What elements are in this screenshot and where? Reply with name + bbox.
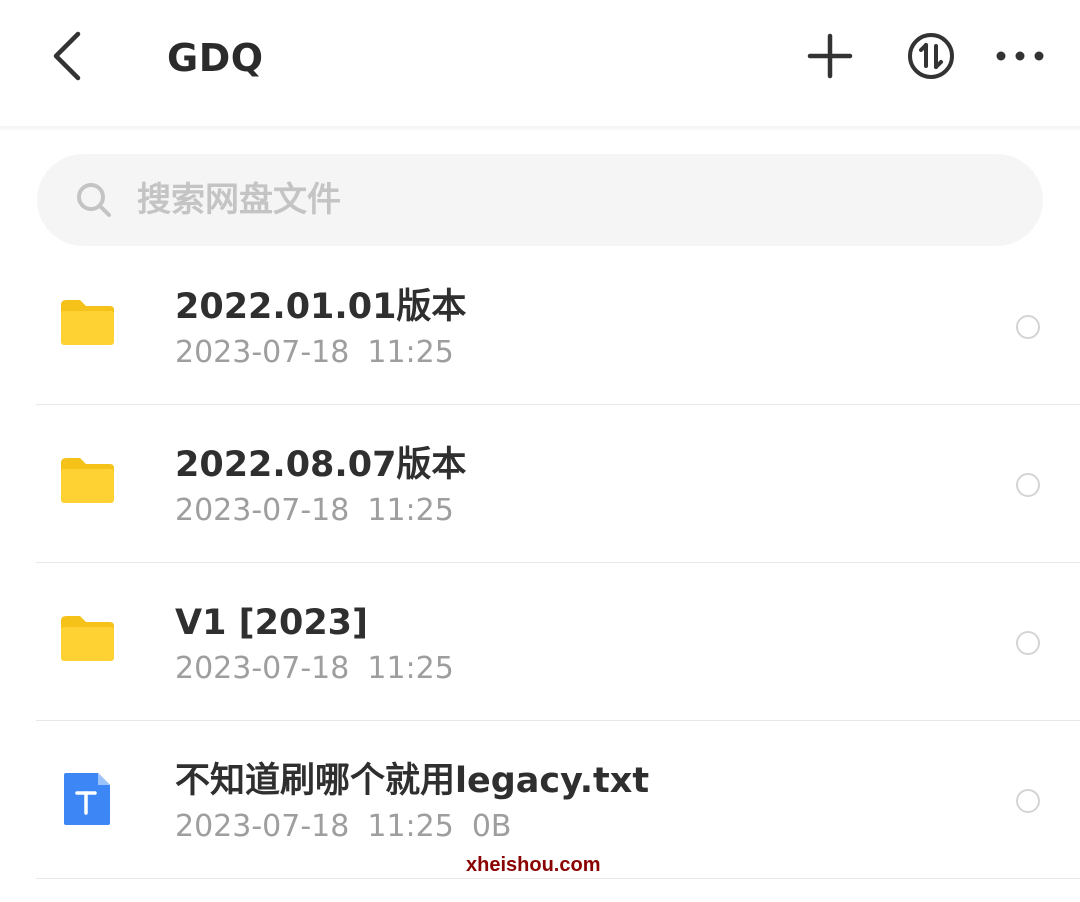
row-divider xyxy=(36,878,1080,879)
folder-icon xyxy=(61,616,114,661)
add-button[interactable] xyxy=(802,28,858,84)
file-name: 2022.01.01版本 xyxy=(175,287,467,327)
file-time: 11:25 xyxy=(367,651,454,686)
file-time: 11:25 xyxy=(367,809,454,844)
file-meta: 2023-07-18 11:25 0B xyxy=(175,807,530,847)
file-meta: 2023-07-18 11:25 xyxy=(175,491,472,531)
more-button[interactable] xyxy=(992,28,1048,84)
file-name: V1 [2023] xyxy=(175,603,369,643)
text-file-icon xyxy=(64,773,110,825)
file-time: 11:25 xyxy=(367,493,454,528)
file-time: 11:25 xyxy=(367,335,454,370)
select-radio[interactable] xyxy=(1016,473,1040,497)
page-title: GDQ xyxy=(167,36,264,80)
file-name: 不知道刷哪个就用legacy.txt xyxy=(175,761,650,801)
search-icon xyxy=(77,183,111,217)
file-meta: 2023-07-18 11:25 xyxy=(175,333,472,373)
file-size: 0B xyxy=(471,809,512,844)
sort-updown-icon xyxy=(908,33,954,79)
plus-icon xyxy=(807,33,853,79)
file-date: 2023-07-18 xyxy=(175,335,350,370)
top-bar: GDQ xyxy=(0,0,1080,126)
file-row-folder[interactable]: V1 [2023] 2023-07-18 11:25 xyxy=(0,563,1080,721)
file-row-folder[interactable]: 2022.01.01版本 2023-07-18 11:25 xyxy=(0,247,1080,405)
chevron-left-icon xyxy=(53,31,81,81)
back-button[interactable] xyxy=(36,24,100,88)
more-dots-icon xyxy=(996,51,1044,61)
folder-icon xyxy=(61,300,114,345)
file-row-folder[interactable]: 2022.08.07版本 2023-07-18 11:25 xyxy=(0,405,1080,563)
sort-button[interactable] xyxy=(903,28,959,84)
folder-icon xyxy=(61,458,114,503)
select-radio[interactable] xyxy=(1016,789,1040,813)
select-radio[interactable] xyxy=(1016,631,1040,655)
header-divider xyxy=(0,126,1080,130)
file-date: 2023-07-18 xyxy=(175,493,350,528)
file-meta: 2023-07-18 11:25 xyxy=(175,649,472,689)
file-list: 2022.01.01版本 2023-07-18 11:25 2022.08.07版… xyxy=(0,247,1080,879)
file-browser-page: GDQ 搜索网盘文件 2022.01.01版本 2023-07-18 11:25… xyxy=(0,0,1080,902)
search-bar[interactable] xyxy=(37,154,1043,246)
watermark-text: xheishou.com xyxy=(466,854,601,876)
select-radio[interactable] xyxy=(1016,315,1040,339)
file-date: 2023-07-18 xyxy=(175,809,350,844)
search-input[interactable] xyxy=(137,172,997,228)
file-name: 2022.08.07版本 xyxy=(175,445,467,485)
file-date: 2023-07-18 xyxy=(175,651,350,686)
